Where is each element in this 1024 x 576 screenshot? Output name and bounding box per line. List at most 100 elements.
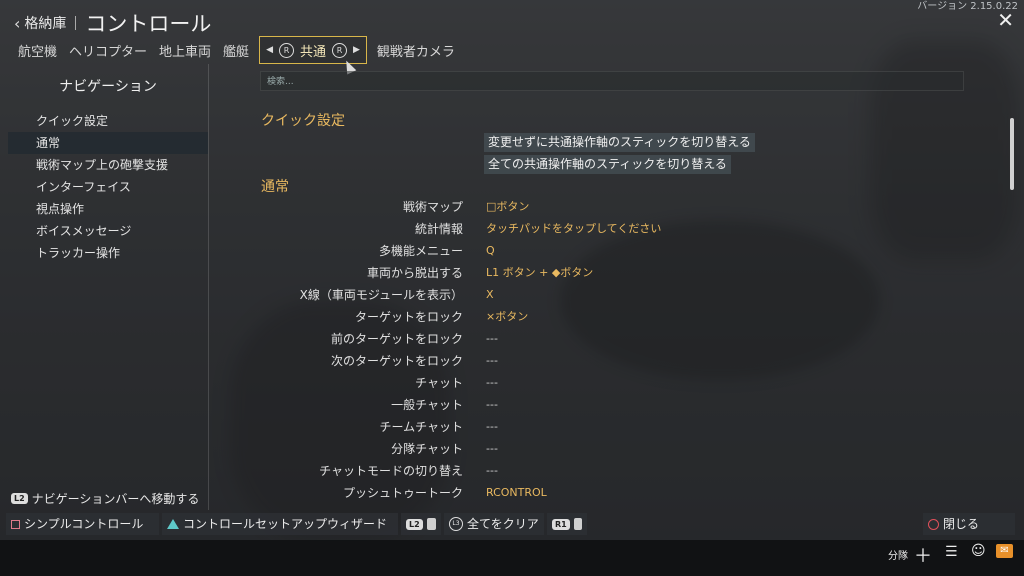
control-label: チームチャット xyxy=(379,420,463,434)
scrollbar[interactable] xyxy=(1010,118,1014,190)
control-binding[interactable]: --- xyxy=(486,460,498,482)
plus-icon[interactable]: ＋ xyxy=(914,542,932,568)
control-label: X線（車両モジュールを表示） xyxy=(299,288,463,302)
control-binding[interactable]: □ボタン xyxy=(486,196,529,218)
control-binding[interactable]: --- xyxy=(486,438,498,460)
search-input[interactable]: 検索... xyxy=(260,71,964,91)
control-binding[interactable]: --- xyxy=(486,372,498,394)
simple-controls-label: シンプルコントロール xyxy=(24,517,144,531)
sidebar-item-voice[interactable]: ボイスメッセージ xyxy=(8,220,208,242)
control-label: 戦術マップ xyxy=(402,200,463,214)
left-arrow-icon: ◀ xyxy=(266,45,273,55)
control-binding[interactable]: Q xyxy=(486,240,495,262)
control-label: 分隊チャット xyxy=(391,442,463,456)
r-button-icon: R xyxy=(332,42,347,58)
control-label: 一般チャット xyxy=(391,398,463,412)
tab-bar: 航空機 ヘリコプター 地上車両 艦艇 ◀ R 共通 R ▶ 観戦者カメラ xyxy=(12,36,461,64)
right-arrow-icon: ▶ xyxy=(353,45,360,55)
swap-all-axis-button[interactable]: 全ての共通操作軸のスティックを切り替える xyxy=(484,155,731,174)
sidebar-item-quick[interactable]: クイック設定 xyxy=(8,110,208,132)
control-label: チャット xyxy=(415,376,463,390)
control-binding[interactable]: X xyxy=(486,284,494,306)
control-binding[interactable]: L1 ボタン + ◆ボタン xyxy=(486,262,593,284)
nav-hint-label: ナビゲーションバーへ移動する xyxy=(31,492,200,506)
sidebar-item-interface[interactable]: インターフェイス xyxy=(8,176,208,198)
list-item[interactable]: チャット --- xyxy=(210,372,1010,394)
sidebar-item-general[interactable]: 通常 xyxy=(8,132,208,154)
list-item[interactable]: 分隊チャット --- xyxy=(210,438,1010,460)
control-label: 多機能メニュー xyxy=(378,244,463,258)
clear-all-button[interactable]: L3 全てをクリア xyxy=(444,513,544,535)
r1-action-button[interactable]: R1 xyxy=(547,513,587,535)
list-item[interactable]: X線（車両モジュールを表示） X xyxy=(210,284,1010,306)
square-button-icon xyxy=(11,519,20,529)
list-item[interactable]: 車両から脱出する L1 ボタン + ◆ボタン xyxy=(210,262,1010,284)
mail-icon[interactable]: ✉ xyxy=(996,544,1013,558)
save-icon xyxy=(573,518,582,530)
tab-ground[interactable]: 地上車両 xyxy=(153,37,217,64)
sidebar-title: ナビゲーション xyxy=(59,79,157,95)
list-item[interactable]: 戦術マップ □ボタン xyxy=(210,196,1010,218)
sidebar: ナビゲーション クイック設定 通常 戦術マップ上の砲撃支援 インターフェイス 視… xyxy=(8,64,208,510)
control-label: 統計情報 xyxy=(414,222,463,236)
sidebar-item-artillery[interactable]: 戦術マップ上の砲撃支援 xyxy=(8,154,208,176)
section-heading-general: 通常 xyxy=(261,179,289,195)
section-heading-quick: クイック設定 xyxy=(261,113,345,129)
close-icon[interactable]: ✕ xyxy=(997,10,1014,30)
control-binding[interactable]: --- xyxy=(486,350,498,372)
sidebar-divider xyxy=(208,64,209,510)
control-binding[interactable]: --- xyxy=(486,394,498,416)
swap-axis-button[interactable]: 変更せずに共通操作軸のスティックを切り替える xyxy=(484,133,755,152)
setup-wizard-button[interactable]: コントロールセットアップウィザード xyxy=(162,513,398,535)
simple-controls-button[interactable]: シンプルコントロール xyxy=(6,513,159,535)
list-item[interactable]: プッシュトゥートーク RCONTROL xyxy=(210,482,1010,504)
r-button-icon: R xyxy=(278,42,294,58)
bottom-action-bar: シンプルコントロール コントロールセットアップウィザード L2 L3 全てをクリ… xyxy=(6,513,1018,535)
control-binding[interactable]: --- xyxy=(486,328,498,350)
control-label: 車両から脱出する xyxy=(366,266,463,280)
tab-aircraft[interactable]: 航空機 xyxy=(12,37,63,64)
tab-common-label: 共通 xyxy=(299,44,326,60)
sidebar-item-tracker[interactable]: トラッカー操作 xyxy=(8,242,208,264)
l2-button-icon: L2 xyxy=(406,518,423,530)
list-item[interactable]: 次のターゲットをロック --- xyxy=(210,350,1010,372)
control-binding[interactable]: RCONTROL xyxy=(486,482,547,504)
nav-hint[interactable]: L2 ナビゲーションバーへ移動する xyxy=(11,490,199,507)
circle-button-icon xyxy=(928,518,939,530)
l2-action-button[interactable]: L2 xyxy=(401,513,441,535)
control-label: 前のターゲットをロック xyxy=(330,332,463,346)
list-item[interactable]: チャットモードの切り替え --- xyxy=(210,460,1010,482)
back-chevron-icon[interactable]: ‹ xyxy=(14,14,20,33)
tab-naval[interactable]: 艦艇 xyxy=(217,37,255,64)
list-item[interactable]: ターゲットをロック ×ボタン xyxy=(210,306,1010,328)
list-icon[interactable]: ☰ xyxy=(945,544,958,560)
tab-helicopter[interactable]: ヘリコプター xyxy=(63,37,153,64)
control-label: 次のターゲットをロック xyxy=(330,354,463,368)
people-icon[interactable]: ☺ xyxy=(971,543,986,559)
l2-button-icon: L2 xyxy=(11,493,28,504)
control-label: プッシュトゥートーク xyxy=(342,486,463,500)
list-item[interactable]: 多機能メニュー Q xyxy=(210,240,1010,262)
controls-list: 戦術マップ □ボタン 統計情報 タッチパッドをタップしてください 多機能メニュー Q … xyxy=(210,196,1010,504)
page-title: コントロール xyxy=(85,12,212,36)
control-binding[interactable]: --- xyxy=(486,416,498,438)
breadcrumb-divider xyxy=(75,16,77,30)
tab-spectator-camera[interactable]: 観戦者カメラ xyxy=(371,37,461,64)
control-binding[interactable]: ×ボタン xyxy=(486,306,528,328)
list-item[interactable]: チームチャット --- xyxy=(210,416,1010,438)
back-link[interactable]: 格納庫 xyxy=(24,13,66,33)
squad-label: 分隊 xyxy=(888,551,908,562)
list-item[interactable]: 統計情報 タッチパッドをタップしてください xyxy=(210,218,1010,240)
l3-button-icon: L3 xyxy=(449,517,463,531)
breadcrumb: ‹ 格納庫 コントロール xyxy=(14,8,211,38)
close-button[interactable]: 閉じる xyxy=(923,513,1015,535)
close-label: 閉じる xyxy=(943,517,980,531)
list-item[interactable]: 前のターゲットをロック --- xyxy=(210,328,1010,350)
list-item[interactable]: 一般チャット --- xyxy=(210,394,1010,416)
sidebar-item-view[interactable]: 視点操作 xyxy=(8,198,208,220)
control-binding[interactable]: タッチパッドをタップしてください xyxy=(486,218,661,240)
clear-all-label: 全てをクリア xyxy=(467,517,539,531)
taskbar xyxy=(0,540,1024,576)
control-label: チャットモードの切り替え xyxy=(319,464,463,478)
setup-wizard-label: コントロールセットアップウィザード xyxy=(183,517,388,531)
